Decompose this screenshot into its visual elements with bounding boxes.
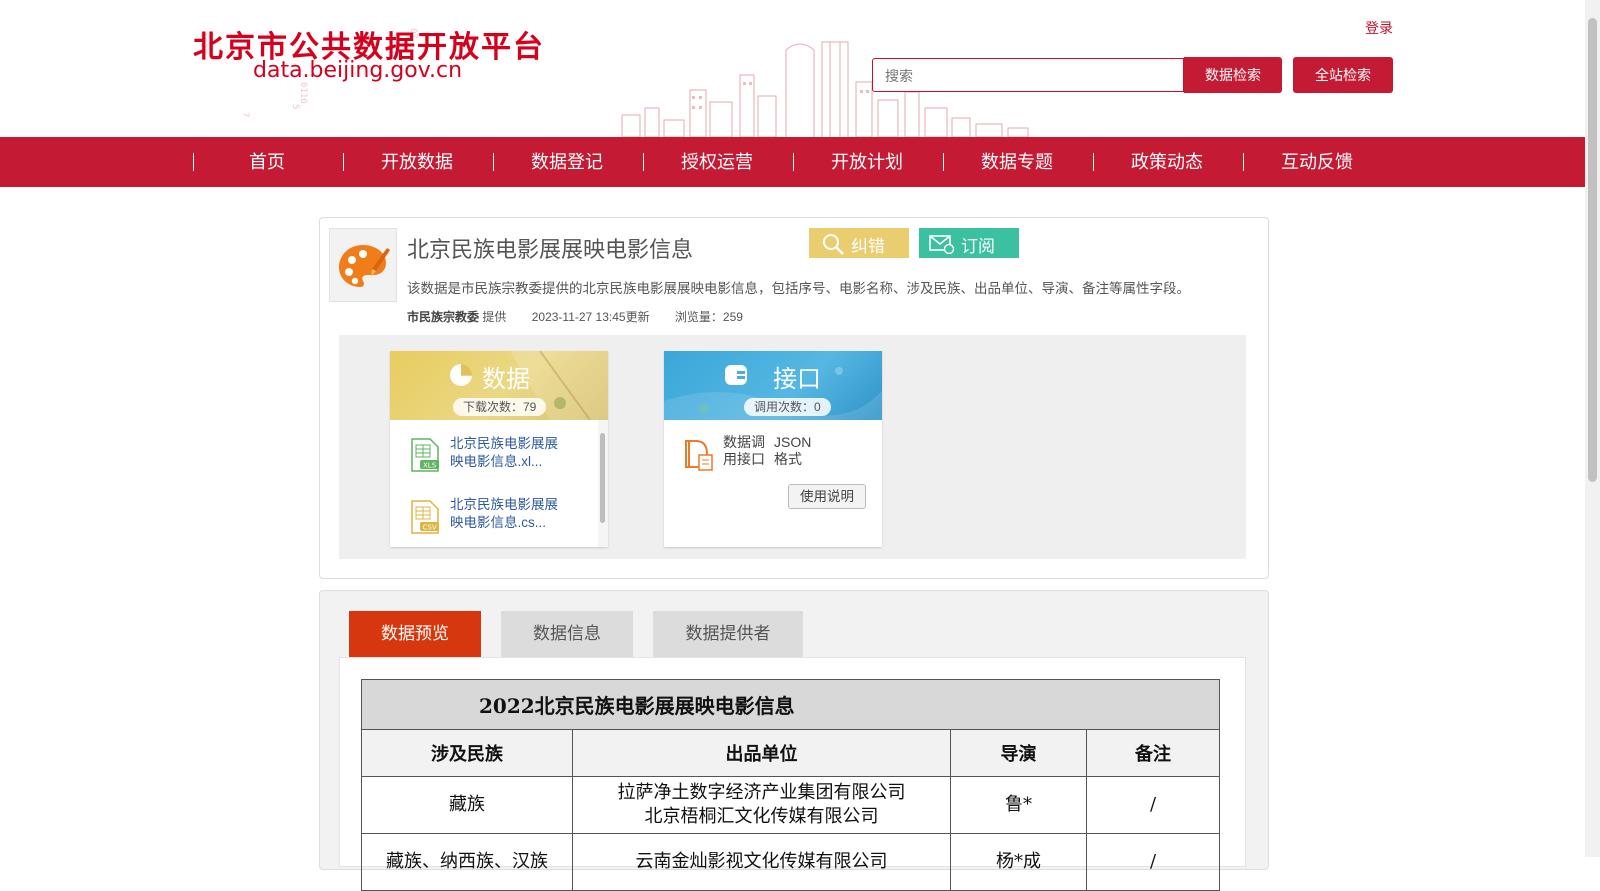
mail-icon <box>929 235 955 254</box>
palette-icon <box>339 245 390 287</box>
data-resource-card: 数据 下载次数：79 XLS 北京民族电影展展映电影信息.xl... CSV 北… <box>390 351 608 547</box>
column-header: 导演 <box>950 729 1087 777</box>
pie-chart-icon <box>450 364 472 386</box>
producer-line: 北京梧桐汇文化传媒有限公司 <box>644 806 879 827</box>
column-header: 出品单位 <box>572 729 951 777</box>
api-call-count: 调用次数：0 <box>744 398 831 416</box>
nav-data-registration[interactable]: 数据登记 <box>492 137 642 187</box>
preview-caption: 2022北京民族电影展展映电影信息 <box>361 679 1220 730</box>
nav-home[interactable]: 首页 <box>192 137 342 187</box>
nav-open-plan[interactable]: 开放计划 <box>792 137 942 187</box>
table-row: 藏族 拉萨净土数字经济产业集团有限公司 北京梧桐汇文化传媒有限公司 鲁* / <box>361 776 1220 834</box>
api-plug-icon <box>725 365 747 385</box>
table-cell: / <box>1086 833 1220 891</box>
nav-feedback[interactable]: 互动反馈 <box>1242 137 1392 187</box>
login-link[interactable]: 登录 <box>1365 18 1393 38</box>
dataset-title: 北京民族电影展展映电影信息 <box>407 237 694 262</box>
producer-line: 云南金灿影视文化传媒有限公司 <box>635 851 888 872</box>
dataset-meta: 市民族宗教委 提供 2023-11-27 13:45更新 浏览量：259 <box>407 308 743 325</box>
report-error-label: 纠错 <box>851 237 885 256</box>
search-input[interactable] <box>883 60 1167 92</box>
svg-text:7: 7 <box>240 112 250 117</box>
table-cell: 鲁* <box>950 776 1087 834</box>
table-cell: 藏族、纳西族、汉族 <box>361 833 573 891</box>
svg-text:XLS: XLS <box>423 462 437 470</box>
dataset-icon-box <box>329 228 397 302</box>
nav-data-topics[interactable]: 数据专题 <box>942 137 1092 187</box>
tab-data-info[interactable]: 数据信息 <box>501 611 633 657</box>
api-resource-card: 接口 调用次数：0 数据调用接口 JSON格式 使用说明 <box>664 351 882 547</box>
search-box <box>872 58 1184 92</box>
nav-authorized-operation[interactable]: 授权运营 <box>642 137 792 187</box>
csv-file-icon[interactable]: CSV <box>409 500 441 534</box>
provider-suffix: 提供 <box>482 310 507 324</box>
subscribe-button[interactable]: 订阅 <box>919 228 1019 258</box>
producer-line: 拉萨净土数字经济产业集团有限公司 <box>617 782 906 803</box>
dataset-description: 该数据是市民族宗教委提供的北京民族电影展展映电影信息，包括序号、电影名称、涉及民… <box>407 281 1190 296</box>
table-row: 藏族、纳西族、汉族 云南金灿影视文化传媒有限公司 杨*成 / <box>361 833 1220 891</box>
api-doc-icon <box>685 440 713 471</box>
update-time: 2023-11-27 13:45更新 <box>531 310 650 324</box>
view-count: 浏览量：259 <box>674 310 743 324</box>
column-header: 备注 <box>1086 729 1220 777</box>
usage-instructions-button[interactable]: 使用说明 <box>788 484 866 509</box>
tab-data-provider[interactable]: 数据提供者 <box>653 611 803 657</box>
site-search-button[interactable]: 全站检索 <box>1293 57 1393 93</box>
svg-text:0110: 0110 <box>298 82 308 104</box>
site-url[interactable]: data.beijing.gov.cn <box>253 58 462 83</box>
table-cell: / <box>1086 776 1220 834</box>
table-cell: 藏族 <box>361 776 573 834</box>
preview-table: 2022北京民族电影展展映电影信息 涉及民族 出品单位 导演 备注 藏族 拉萨净… <box>361 679 1220 891</box>
table-cell: 云南金灿影视文化传媒有限公司 <box>572 833 951 891</box>
data-search-button[interactable]: 数据检索 <box>1184 57 1282 93</box>
data-card-header: 数据 下载次数：79 <box>390 351 608 420</box>
api-type-label: 数据调用接口 <box>723 434 765 467</box>
page-scrollbar-thumb[interactable] <box>1588 18 1597 482</box>
tab-data-preview[interactable]: 数据预览 <box>349 611 481 657</box>
table-cell: 拉萨净土数字经济产业集团有限公司 北京梧桐汇文化传媒有限公司 <box>572 776 951 834</box>
column-header: 涉及民族 <box>361 729 573 777</box>
api-card-header: 接口 调用次数：0 <box>664 351 882 420</box>
nav-policy-news[interactable]: 政策动态 <box>1092 137 1242 187</box>
table-cell: 杨*成 <box>950 833 1087 891</box>
xls-file-icon[interactable]: XLS <box>409 438 441 472</box>
provider-name[interactable]: 市民族宗教委 <box>407 310 479 324</box>
main-nav: 首页 开放数据 数据登记 授权运营 开放计划 数据专题 政策动态 互动反馈 <box>0 137 1585 187</box>
svg-text:CSV: CSV <box>423 524 437 532</box>
nav-open-data[interactable]: 开放数据 <box>342 137 492 187</box>
api-format-label: JSON格式 <box>774 434 812 467</box>
svg-text:5: 5 <box>290 104 300 109</box>
api-card-title: 接口 <box>773 366 821 393</box>
download-count: 下载次数：79 <box>453 398 547 416</box>
xls-file-link[interactable]: 北京民族电影展展映电影信息.xl... <box>450 435 570 471</box>
file-list-scrollbar-thumb[interactable] <box>600 433 605 523</box>
csv-file-link[interactable]: 北京民族电影展展映电影信息.cs... <box>450 496 570 532</box>
subscribe-label: 订阅 <box>961 237 995 256</box>
report-error-button[interactable]: 纠错 <box>809 228 909 258</box>
magnifier-icon <box>823 234 844 255</box>
data-card-title: 数据 <box>482 366 530 393</box>
